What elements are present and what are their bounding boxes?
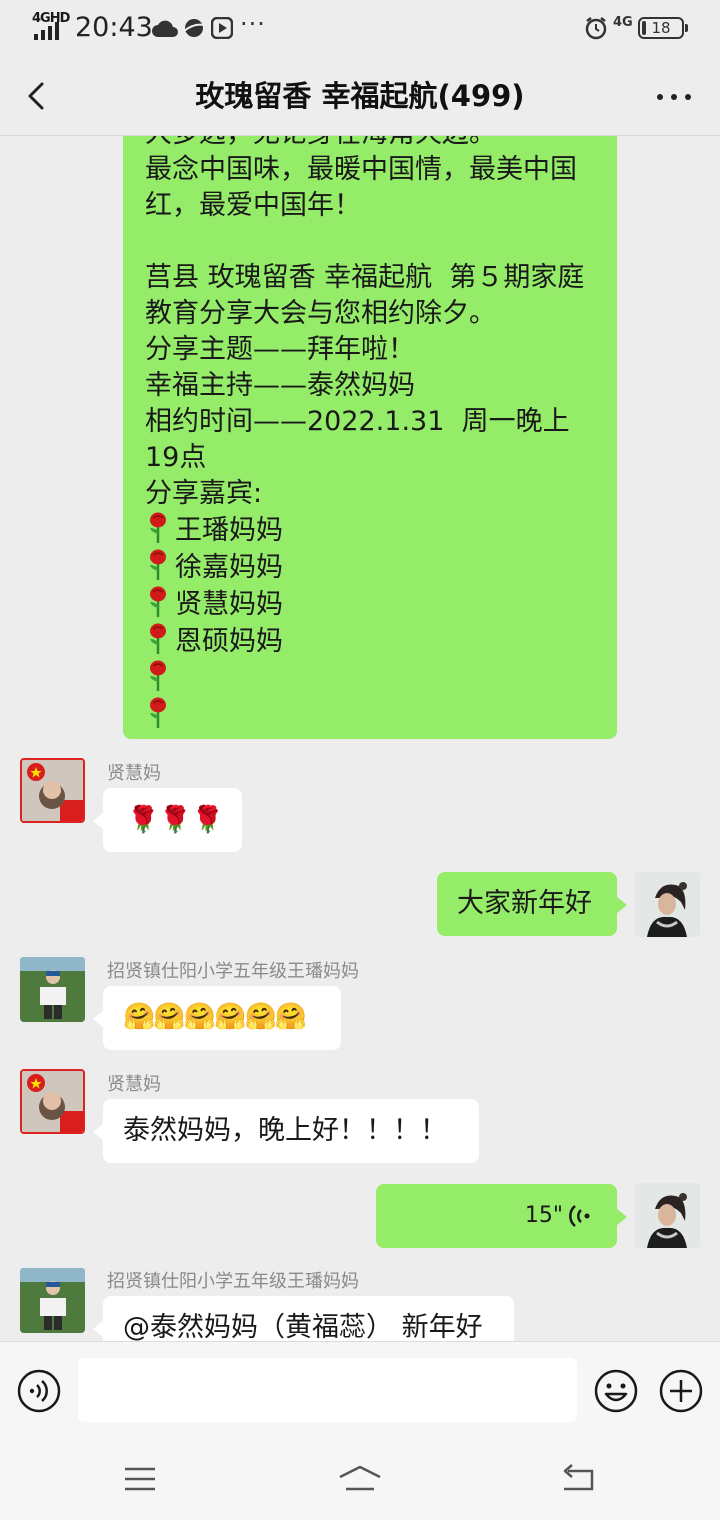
network-indicator: 4GHD (32, 11, 70, 40)
rose-icon (150, 512, 166, 543)
chat-messages[interactable]: 大多远，无论身在海角天边。 最念中国味，最暖中国情，最美中国红，最爱中国年！ 莒… (0, 136, 720, 1341)
mobile-data-label: 4G (613, 15, 633, 30)
avatar[interactable] (20, 758, 85, 823)
rose-icon (150, 623, 166, 654)
rose-icon (150, 586, 166, 617)
message-line: 大多远，无论身在海角天边。 (145, 136, 595, 152)
status-bar: 4GHD 20:43 ··· 4G 18 (0, 0, 720, 56)
voice-duration: 15" (524, 1203, 563, 1228)
message-bubble[interactable]: 🤗🤗🤗🤗🤗🤗 (93, 986, 341, 1050)
message-text: 大家新年好 (457, 888, 592, 919)
guest-line: 王璠妈妈 (145, 512, 595, 549)
message-line: 分享嘉宾: (145, 478, 263, 509)
guest-line (145, 660, 595, 697)
back-nav-icon[interactable] (560, 1461, 598, 1497)
system-nav-bar (0, 1437, 720, 1520)
status-time: 20:43 (75, 12, 153, 43)
voice-input-icon[interactable] (16, 1368, 62, 1414)
message-text: 泰然妈妈，晚上好！！！！ (123, 1115, 447, 1146)
message-line: 分享主题——拜年啦！ (145, 334, 415, 365)
sender-name: 贤慧妈 (107, 763, 161, 784)
emoji-icon[interactable] (593, 1368, 639, 1414)
battery-icon: 18 (638, 17, 688, 39)
more-notifications-icon: ··· (240, 10, 266, 38)
battery-level: 18 (651, 19, 671, 37)
sender-name: 招贤镇仕阳小学五年级王璠妈妈 (107, 961, 359, 982)
sender-name: 贤慧妈 (107, 1074, 161, 1095)
guest-line: 徐嘉妈妈 (145, 549, 595, 586)
home-icon[interactable] (336, 1461, 384, 1497)
guest-line: 贤慧妈妈 (145, 586, 595, 623)
menu-icon[interactable] (122, 1461, 158, 1497)
chat-title: 玫瑰留香 幸福起航(499) (195, 79, 525, 113)
message-input[interactable] (78, 1358, 577, 1422)
message-bubble[interactable]: @泰然妈妈（黄福蕊） 新年好 (93, 1296, 514, 1341)
message-line: 幸福主持——泰然妈妈 (145, 370, 415, 401)
sender-name: 招贤镇仕阳小学五年级王璠妈妈 (107, 1271, 359, 1292)
cloud-icon (152, 20, 178, 37)
planet-icon (183, 19, 205, 37)
message-line: 最念中国味，最暖中国情，最美中国红，最爱中国年！ (145, 154, 577, 221)
alarm-icon (585, 17, 607, 40)
message-text: 🤗🤗🤗🤗🤗🤗 (123, 1002, 307, 1032)
message-text: 🌹🌹🌹 (127, 805, 225, 835)
chevron-left-icon[interactable] (18, 76, 58, 116)
message-line: 相约时间——2022.1.31 周一晚上19点 (145, 406, 570, 473)
rose-icon (150, 660, 166, 691)
more-dots-icon[interactable] (654, 82, 694, 112)
message-text: @泰然妈妈（黄福蕊） 新年好 (123, 1312, 483, 1341)
avatar[interactable] (635, 1183, 700, 1248)
message-bubble[interactable]: 泰然妈妈，晚上好！！！！ (93, 1099, 479, 1163)
message-bubble[interactable]: 大家新年好 (437, 872, 627, 936)
network-type: 4GHD (32, 11, 70, 26)
avatar[interactable] (20, 1268, 85, 1333)
rose-icon (150, 549, 166, 580)
video-app-icon (211, 17, 233, 39)
voice-wave-icon (569, 1205, 590, 1227)
message-line (145, 224, 595, 260)
message-bubble[interactable]: 🌹🌹🌹 (93, 788, 242, 852)
voice-message[interactable]: 15" (376, 1184, 627, 1248)
rose-icon (150, 697, 166, 728)
plus-icon[interactable] (658, 1368, 704, 1414)
announcement-message[interactable]: 大多远，无论身在海角天边。 最念中国味，最暖中国情，最美中国红，最爱中国年！ 莒… (123, 136, 617, 739)
message-line: 莒县 玫瑰留香 幸福起航 第５期家庭教育分享大会与您相约除夕。 (145, 262, 585, 329)
avatar[interactable] (20, 1069, 85, 1134)
input-bar (0, 1341, 720, 1437)
guest-line (145, 697, 595, 734)
guest-line: 恩硕妈妈 (145, 623, 595, 660)
chat-header: 玫瑰留香 幸福起航(499) (0, 56, 720, 136)
avatar[interactable] (635, 872, 700, 937)
avatar[interactable] (20, 957, 85, 1022)
